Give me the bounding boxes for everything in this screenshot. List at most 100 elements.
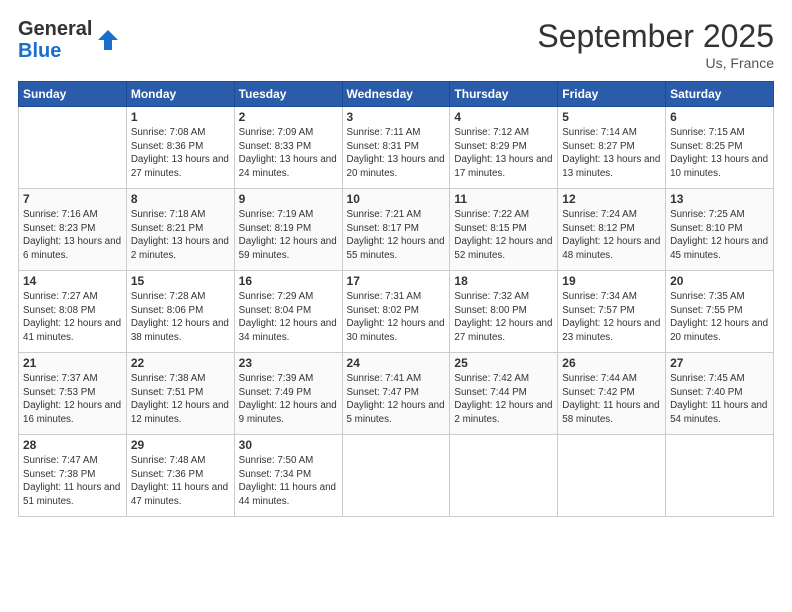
calendar-cell: 30 Sunrise: 7:50 AM Sunset: 7:34 PM Dayli…	[234, 435, 342, 517]
day-number: 18	[454, 274, 553, 288]
calendar-cell: 12 Sunrise: 7:24 AM Sunset: 8:12 PM Dayli…	[558, 189, 666, 271]
logo-text: General Blue	[18, 18, 92, 62]
month-title: September 2025	[537, 18, 774, 55]
day-info: Sunrise: 7:12 AM Sunset: 8:29 PM Dayligh…	[454, 126, 553, 181]
day-number: 17	[347, 274, 446, 288]
day-number: 27	[670, 356, 769, 370]
calendar-cell: 6 Sunrise: 7:15 AM Sunset: 8:25 PM Daylig…	[666, 107, 774, 189]
day-info: Sunrise: 7:47 AM Sunset: 7:38 PM Dayligh…	[23, 454, 122, 509]
day-info: Sunrise: 7:14 AM Sunset: 8:27 PM Dayligh…	[562, 126, 661, 181]
day-number: 3	[347, 110, 446, 124]
weekday-header-thursday: Thursday	[450, 82, 558, 107]
calendar-cell: 26 Sunrise: 7:44 AM Sunset: 7:42 PM Dayli…	[558, 353, 666, 435]
day-number: 20	[670, 274, 769, 288]
calendar-cell: 25Sunrise: 7:42 AM Sunset: 7:44 PM Dayli…	[450, 353, 558, 435]
calendar-cell: 9 Sunrise: 7:19 AM Sunset: 8:19 PM Daylig…	[234, 189, 342, 271]
day-number: 30	[239, 438, 338, 452]
calendar-cell	[342, 435, 450, 517]
day-number: 10	[347, 192, 446, 206]
day-info: Sunrise: 7:48 AM Sunset: 7:36 PM Dayligh…	[131, 454, 230, 509]
calendar-week-row: 21Sunrise: 7:37 AM Sunset: 7:53 PM Dayli…	[19, 353, 774, 435]
day-info: Sunrise: 7:34 AM Sunset: 7:57 PM Dayligh…	[562, 290, 661, 345]
weekday-header-wednesday: Wednesday	[342, 82, 450, 107]
day-number: 2	[239, 110, 338, 124]
logo-icon	[94, 26, 122, 54]
weekday-header-row: SundayMondayTuesdayWednesdayThursdayFrid…	[19, 82, 774, 107]
day-number: 9	[239, 192, 338, 206]
logo: General Blue	[18, 18, 122, 62]
day-info: Sunrise: 7:44 AM Sunset: 7:42 PM Dayligh…	[562, 372, 661, 427]
day-info: Sunrise: 7:15 AM Sunset: 8:25 PM Dayligh…	[670, 126, 769, 181]
weekday-header-tuesday: Tuesday	[234, 82, 342, 107]
calendar-table: SundayMondayTuesdayWednesdayThursdayFrid…	[18, 81, 774, 517]
day-info: Sunrise: 7:45 AM Sunset: 7:40 PM Dayligh…	[670, 372, 769, 427]
location: Us, France	[537, 55, 774, 71]
calendar-cell: 7 Sunrise: 7:16 AM Sunset: 8:23 PM Daylig…	[19, 189, 127, 271]
day-number: 15	[131, 274, 230, 288]
calendar-week-row: 28 Sunrise: 7:47 AM Sunset: 7:38 PM Dayli…	[19, 435, 774, 517]
calendar-cell: 5Sunrise: 7:14 AM Sunset: 8:27 PM Daylig…	[558, 107, 666, 189]
day-info: Sunrise: 7:16 AM Sunset: 8:23 PM Dayligh…	[23, 208, 122, 263]
calendar-cell: 10 Sunrise: 7:21 AM Sunset: 8:17 PM Dayli…	[342, 189, 450, 271]
day-number: 12	[562, 192, 661, 206]
day-info: Sunrise: 7:21 AM Sunset: 8:17 PM Dayligh…	[347, 208, 446, 263]
day-number: 13	[670, 192, 769, 206]
day-number: 14	[23, 274, 122, 288]
calendar-cell: 28 Sunrise: 7:47 AM Sunset: 7:38 PM Dayli…	[19, 435, 127, 517]
calendar-cell: 4 Sunrise: 7:12 AM Sunset: 8:29 PM Daylig…	[450, 107, 558, 189]
day-info: Sunrise: 7:31 AM Sunset: 8:02 PM Dayligh…	[347, 290, 446, 345]
calendar-cell: 27 Sunrise: 7:45 AM Sunset: 7:40 PM Dayli…	[666, 353, 774, 435]
calendar-cell: 29 Sunrise: 7:48 AM Sunset: 7:36 PM Dayli…	[126, 435, 234, 517]
calendar-cell: 11 Sunrise: 7:22 AM Sunset: 8:15 PM Dayli…	[450, 189, 558, 271]
calendar-cell: 16Sunrise: 7:29 AM Sunset: 8:04 PM Dayli…	[234, 271, 342, 353]
calendar-cell: 20 Sunrise: 7:35 AM Sunset: 7:55 PM Dayli…	[666, 271, 774, 353]
day-number: 24	[347, 356, 446, 370]
calendar-cell	[450, 435, 558, 517]
day-number: 1	[131, 110, 230, 124]
weekday-header-friday: Friday	[558, 82, 666, 107]
calendar-cell: 8Sunrise: 7:18 AM Sunset: 8:21 PM Daylig…	[126, 189, 234, 271]
calendar-week-row: 1 Sunrise: 7:08 AM Sunset: 8:36 PM Daylig…	[19, 107, 774, 189]
calendar-cell: 2 Sunrise: 7:09 AM Sunset: 8:33 PM Daylig…	[234, 107, 342, 189]
calendar-cell: 15 Sunrise: 7:28 AM Sunset: 8:06 PM Dayli…	[126, 271, 234, 353]
calendar-cell: 23Sunrise: 7:39 AM Sunset: 7:49 PM Dayli…	[234, 353, 342, 435]
calendar-cell	[558, 435, 666, 517]
day-info: Sunrise: 7:22 AM Sunset: 8:15 PM Dayligh…	[454, 208, 553, 263]
day-number: 11	[454, 192, 553, 206]
weekday-header-monday: Monday	[126, 82, 234, 107]
day-number: 29	[131, 438, 230, 452]
calendar-cell: 24 Sunrise: 7:41 AM Sunset: 7:47 PM Dayli…	[342, 353, 450, 435]
calendar-week-row: 14 Sunrise: 7:27 AM Sunset: 8:08 PM Dayli…	[19, 271, 774, 353]
day-number: 21	[23, 356, 122, 370]
day-number: 28	[23, 438, 122, 452]
day-info: Sunrise: 7:32 AM Sunset: 8:00 PM Dayligh…	[454, 290, 553, 345]
title-block: September 2025 Us, France	[537, 18, 774, 71]
day-info: Sunrise: 7:19 AM Sunset: 8:19 PM Dayligh…	[239, 208, 338, 263]
day-info: Sunrise: 7:29 AM Sunset: 8:04 PM Dayligh…	[239, 290, 338, 345]
day-number: 4	[454, 110, 553, 124]
calendar-cell: 14 Sunrise: 7:27 AM Sunset: 8:08 PM Dayli…	[19, 271, 127, 353]
calendar-cell: 21Sunrise: 7:37 AM Sunset: 7:53 PM Dayli…	[19, 353, 127, 435]
day-info: Sunrise: 7:09 AM Sunset: 8:33 PM Dayligh…	[239, 126, 338, 181]
day-number: 7	[23, 192, 122, 206]
day-number: 6	[670, 110, 769, 124]
day-number: 26	[562, 356, 661, 370]
day-info: Sunrise: 7:25 AM Sunset: 8:10 PM Dayligh…	[670, 208, 769, 263]
calendar-cell: 18 Sunrise: 7:32 AM Sunset: 8:00 PM Dayli…	[450, 271, 558, 353]
day-info: Sunrise: 7:24 AM Sunset: 8:12 PM Dayligh…	[562, 208, 661, 263]
day-info: Sunrise: 7:50 AM Sunset: 7:34 PM Dayligh…	[239, 454, 338, 509]
day-number: 19	[562, 274, 661, 288]
calendar-cell: 19 Sunrise: 7:34 AM Sunset: 7:57 PM Dayli…	[558, 271, 666, 353]
calendar-cell: 13 Sunrise: 7:25 AM Sunset: 8:10 PM Dayli…	[666, 189, 774, 271]
day-info: Sunrise: 7:18 AM Sunset: 8:21 PM Dayligh…	[131, 208, 230, 263]
day-info: Sunrise: 7:27 AM Sunset: 8:08 PM Dayligh…	[23, 290, 122, 345]
calendar-cell: 1 Sunrise: 7:08 AM Sunset: 8:36 PM Daylig…	[126, 107, 234, 189]
calendar-week-row: 7 Sunrise: 7:16 AM Sunset: 8:23 PM Daylig…	[19, 189, 774, 271]
day-number: 22	[131, 356, 230, 370]
calendar-cell: 3Sunrise: 7:11 AM Sunset: 8:31 PM Daylig…	[342, 107, 450, 189]
day-info: Sunrise: 7:35 AM Sunset: 7:55 PM Dayligh…	[670, 290, 769, 345]
day-info: Sunrise: 7:41 AM Sunset: 7:47 PM Dayligh…	[347, 372, 446, 427]
calendar-cell	[666, 435, 774, 517]
day-info: Sunrise: 7:28 AM Sunset: 8:06 PM Dayligh…	[131, 290, 230, 345]
day-info: Sunrise: 7:08 AM Sunset: 8:36 PM Dayligh…	[131, 126, 230, 181]
